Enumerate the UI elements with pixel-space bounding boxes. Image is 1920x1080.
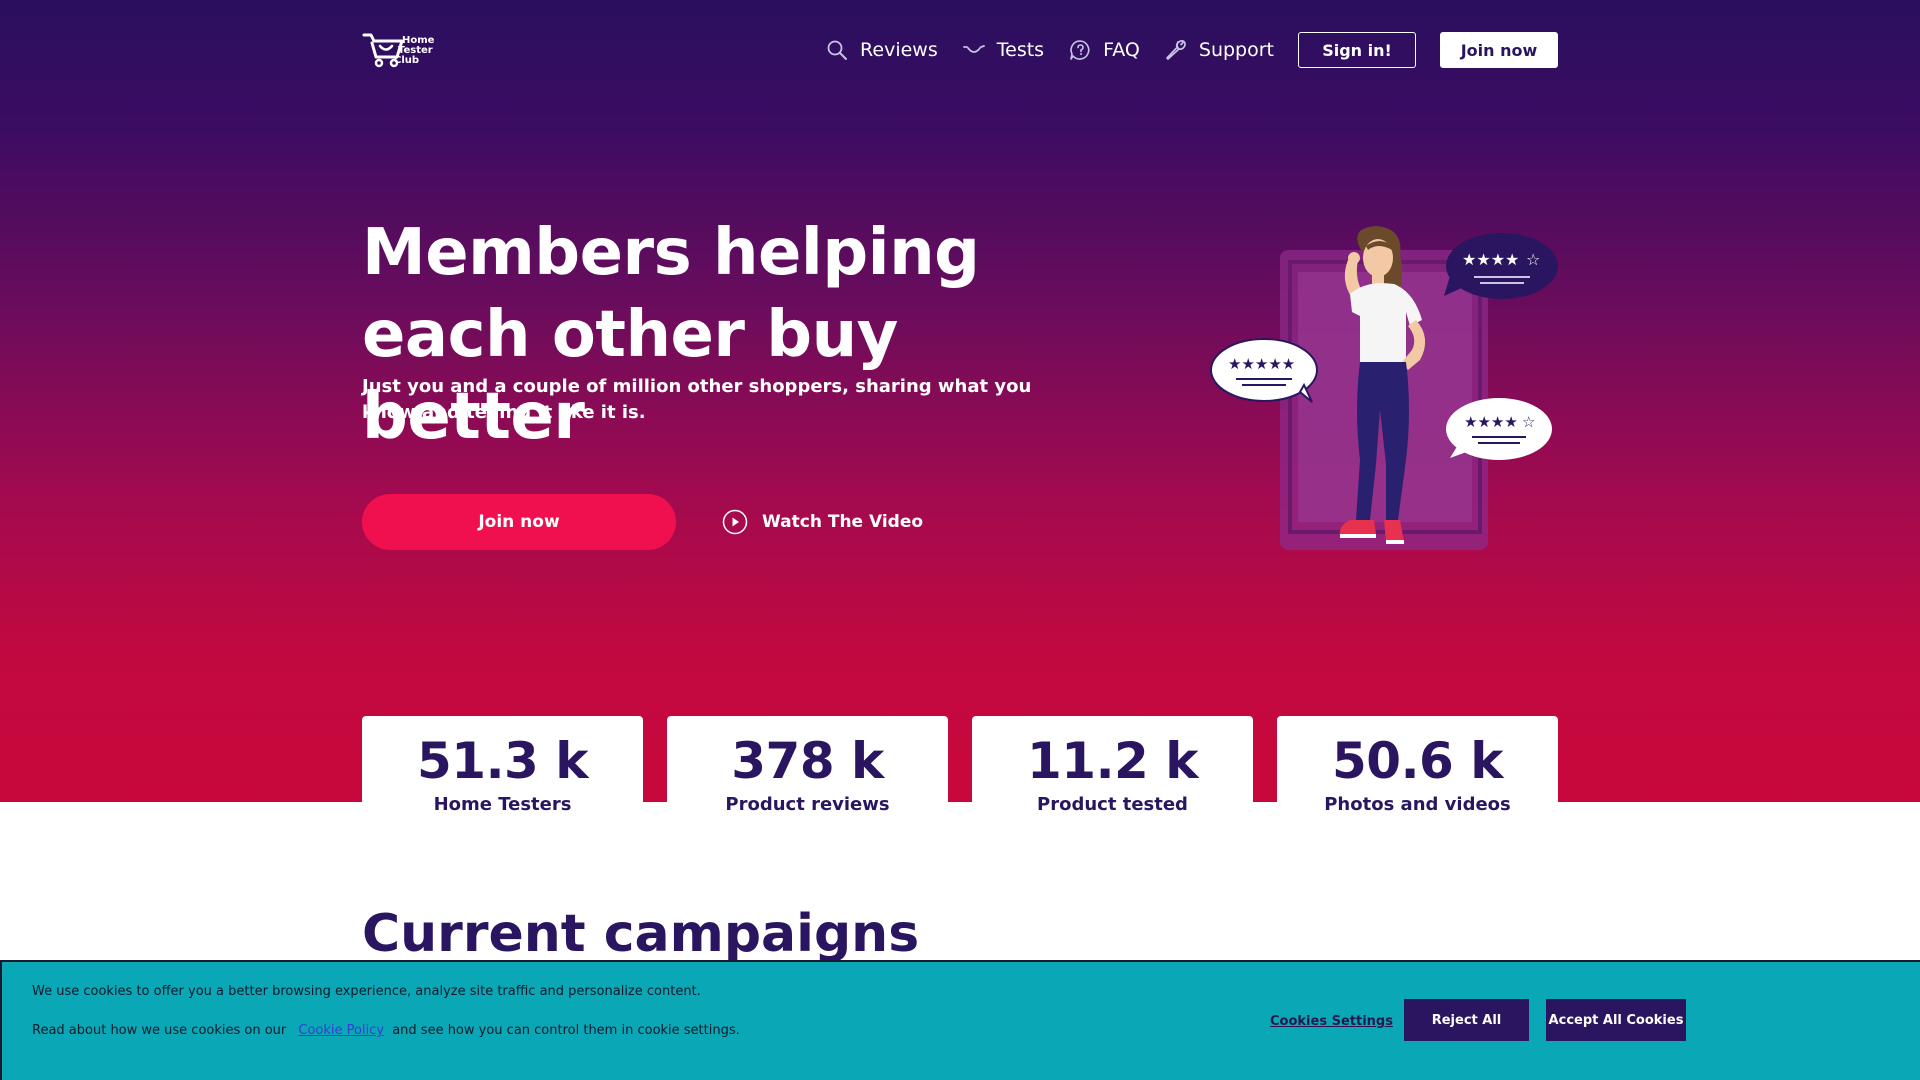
watch-video-label: Watch The Video (762, 512, 924, 532)
nav-item-support[interactable]: Support (1164, 38, 1274, 62)
cookie-text-line1: We use cookies to offer you a better bro… (32, 984, 701, 999)
shopper-illustration: ★★★★ ☆ ★★★★★ ★★★★ ☆ (1210, 226, 1558, 550)
stat-card-home-testers: 51.3 k Home Testers (362, 716, 643, 826)
svg-text:★★★★: ★★★★ (1464, 413, 1518, 431)
rating-bubble-right: ★★★★ ☆ (1446, 398, 1552, 460)
nav-item-tests[interactable]: Tests (962, 38, 1044, 62)
svg-text:☆: ☆ (1526, 250, 1540, 269)
cookie-text-pre: Read about how we use cookies on our (32, 1023, 287, 1038)
question-bubble-icon (1070, 40, 1090, 60)
nav-item-faq[interactable]: FAQ (1068, 38, 1140, 62)
nav-label: Reviews (860, 39, 938, 61)
join-now-hero-button[interactable]: Join now (362, 494, 676, 550)
stat-label: Product tested (1037, 794, 1188, 815)
svg-text:★★★★: ★★★★ (1462, 250, 1519, 269)
cookie-text-line2: Read about how we use cookies on our Coo… (32, 1023, 740, 1038)
cookie-banner: We use cookies to offer you a better bro… (0, 960, 1920, 1080)
search-icon (827, 40, 848, 60)
stat-card-product-tested: 11.2 k Product tested (972, 716, 1253, 826)
svg-text:☆: ☆ (1522, 413, 1535, 431)
reject-all-button[interactable]: Reject All (1404, 999, 1529, 1041)
cookies-settings-link[interactable]: Cookies Settings (1270, 1014, 1393, 1029)
nav-label: FAQ (1103, 39, 1140, 61)
nav-label: Support (1198, 39, 1274, 61)
home-tester-club-logo[interactable]: Home Tester Club (362, 30, 472, 70)
rating-bubble-left: ★★★★★ (1210, 338, 1318, 403)
play-circle-icon (722, 509, 748, 535)
cookie-text-post: and see how you can control them in cook… (392, 1023, 740, 1038)
nav-label: Tests (996, 39, 1045, 61)
stat-card-photos-videos: 50.6 k Photos and videos (1277, 716, 1558, 826)
stat-value: 51.3 k (416, 732, 589, 790)
logo-text: Home Tester Club (394, 35, 435, 66)
wrench-icon (1166, 40, 1186, 60)
sign-in-button[interactable]: Sign in! (1298, 32, 1416, 68)
hero-subtitle: Just you and a couple of million other s… (362, 376, 1032, 423)
accept-all-cookies-button[interactable]: Accept All Cookies (1546, 999, 1686, 1041)
smile-icon (962, 45, 985, 53)
current-campaigns-title: Current campaigns (362, 904, 920, 964)
stat-card-product-reviews: 378 k Product reviews (667, 716, 948, 826)
join-now-header-button[interactable]: Join now (1440, 32, 1558, 68)
svg-text:★★★★★: ★★★★★ (1228, 355, 1295, 373)
stat-label: Product reviews (725, 794, 890, 815)
stat-label: Photos and videos (1324, 794, 1511, 815)
stat-value: 50.6 k (1331, 732, 1504, 790)
hero-section: Home Tester Club Reviews Tests FAQ Suppo… (0, 0, 1920, 802)
cookie-policy-link[interactable]: Cookie Policy (298, 1023, 384, 1038)
nav-item-reviews[interactable]: Reviews (825, 38, 938, 62)
stat-label: Home Testers (433, 794, 572, 815)
main-nav: Reviews Tests FAQ Support Sign in! Join … (825, 32, 1558, 68)
stat-value: 378 k (731, 732, 884, 790)
stat-value: 11.2 k (1026, 732, 1199, 790)
watch-video-link[interactable]: Watch The Video (722, 508, 923, 536)
